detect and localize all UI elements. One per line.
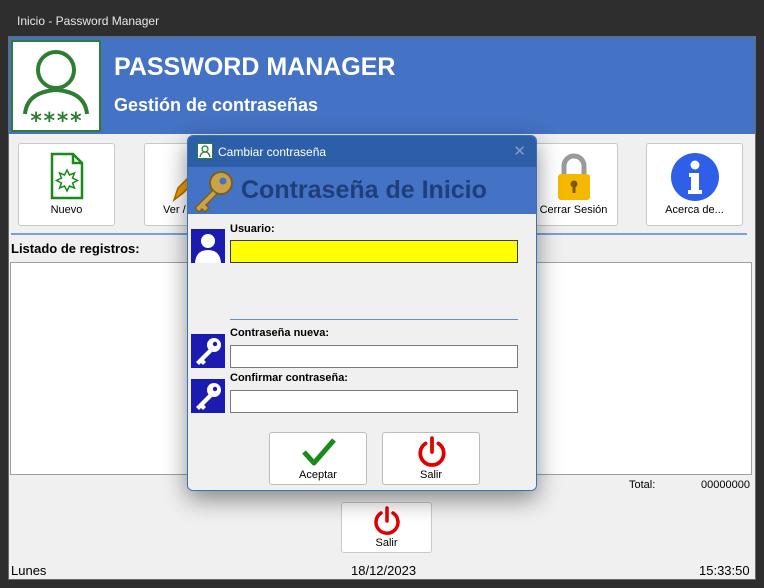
app-subtitle: Gestión de contraseñas (114, 95, 319, 115)
confirm-password-input[interactable] (230, 390, 518, 413)
dialog-power-icon (416, 436, 448, 471)
close-icon[interactable]: ✕ (513, 142, 526, 160)
header-banner: **** PASSWORD MANAGER Gestión de contras… (9, 37, 755, 134)
svg-text:****: **** (30, 109, 83, 130)
info-icon (670, 152, 720, 205)
dialog-title-bar[interactable]: Cambiar contraseña ✕ (188, 136, 536, 167)
dialog-exit-button-label: Salir (419, 469, 442, 481)
lock-icon (554, 152, 594, 205)
dialog-title: Cambiar contraseña (218, 145, 327, 159)
user-logo-icon: **** (11, 40, 101, 134)
logout-button-label: Cerrar Sesión (539, 204, 608, 216)
dialog-banner-title: Contraseña de Inicio (241, 176, 487, 204)
logout-button[interactable]: Cerrar Sesión (529, 143, 618, 226)
power-icon (372, 506, 402, 539)
check-icon (301, 437, 337, 470)
title-bar[interactable]: Inicio - Password Manager (0, 0, 764, 36)
dialog-banner: Contraseña de Inicio (188, 167, 536, 214)
new-password-input[interactable] (230, 345, 518, 368)
main-window: Inicio - Password Manager **** PASSWORD … (0, 0, 764, 588)
key-icon (190, 170, 236, 219)
status-day: Lunes (11, 563, 47, 578)
new-button[interactable]: Nuevo (18, 143, 115, 226)
user-avatar-icon (191, 229, 225, 263)
change-password-dialog: Cambiar contraseña ✕ Contraseña de Inici… (187, 135, 537, 491)
exit-button[interactable]: Salir (341, 502, 432, 553)
records-label: Listado de registros: (11, 241, 140, 256)
new-file-icon (49, 152, 85, 203)
dialog-exit-button[interactable]: Salir (382, 432, 480, 485)
dialog-user-icon (197, 143, 213, 162)
window-title: Inicio - Password Manager (17, 14, 160, 28)
confirm-password-key-icon (191, 379, 225, 413)
confirm-password-label: Confirmar contraseña: (230, 372, 348, 384)
accept-button-label: Aceptar (299, 469, 337, 481)
username-input[interactable] (230, 240, 518, 263)
accept-button[interactable]: Aceptar (269, 432, 367, 485)
new-button-label: Nuevo (50, 204, 83, 216)
total-label: Total: (629, 479, 656, 491)
new-password-label: Contraseña nueva: (230, 327, 330, 339)
dialog-body: Usuario: Contraseña nueva: Confirmar con… (188, 214, 536, 490)
dialog-divider (230, 319, 518, 320)
status-date: 18/12/2023 (351, 563, 417, 578)
total-value: 00000000 (701, 479, 750, 491)
new-password-key-icon (191, 334, 225, 368)
exit-button-label: Salir (375, 537, 398, 549)
username-label: Usuario: (230, 223, 275, 235)
about-button-label: Acerca de... (665, 204, 724, 216)
app-title: PASSWORD MANAGER (114, 53, 396, 81)
about-button[interactable]: Acerca de... (646, 143, 743, 226)
status-time: 15:33:50 (699, 563, 750, 578)
